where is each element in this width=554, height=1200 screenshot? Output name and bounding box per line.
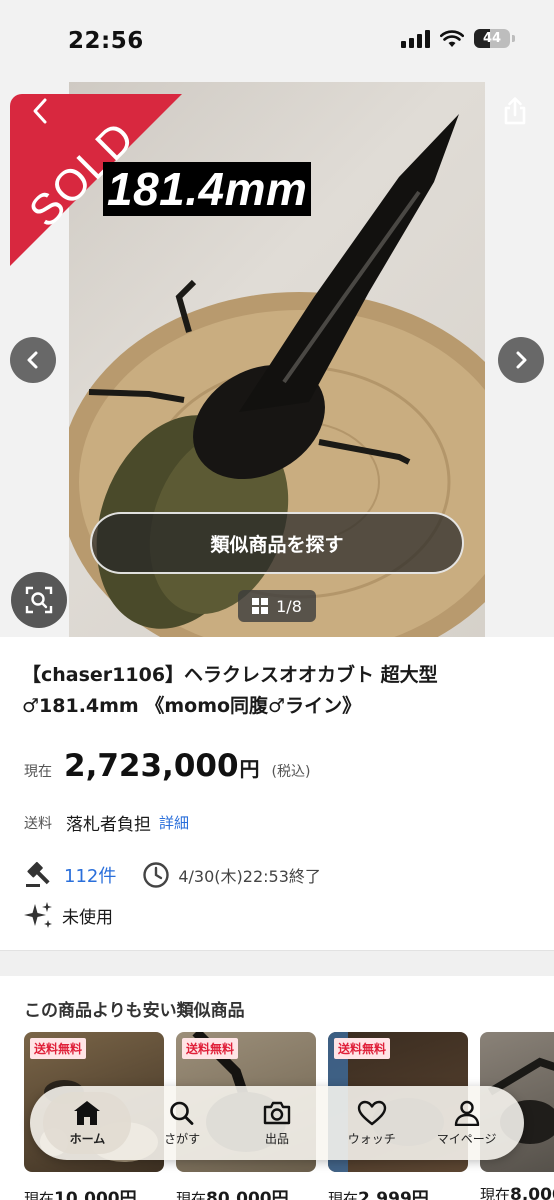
tab-mypage[interactable]: マイページ [423, 1092, 511, 1154]
shipping-value: 落札者負担 [66, 815, 151, 835]
signal-icon [401, 29, 430, 48]
sparkle-icon [24, 902, 52, 928]
price-prefix: 現在 [24, 1190, 55, 1200]
shipping-row: 送料 落札者負担 詳細 [24, 810, 189, 835]
image-search-icon [25, 586, 53, 614]
previous-image-button[interactable] [10, 337, 56, 383]
battery-percent: 44 [482, 31, 502, 46]
battery-icon: 44 [474, 29, 515, 48]
price-label: 現在 [24, 764, 52, 780]
free-shipping-badge: 送料無料 [334, 1038, 391, 1059]
price-amount: 80,000円 [206, 1189, 289, 1200]
size-overlay-label: 181.4mm [103, 162, 312, 216]
find-similar-button[interactable]: 類似商品を探す [90, 512, 464, 574]
price-value: 2,723,000 [64, 748, 239, 784]
free-shipping-badge: 送料無料 [30, 1038, 87, 1059]
price-prefix: 現在 [328, 1190, 359, 1200]
tab-search[interactable]: さがす [138, 1092, 226, 1154]
status-bar: 22:56 44 [0, 0, 554, 82]
similar-item-price: 現在10,000円 [24, 1184, 164, 1200]
similar-item-price: 現在8,000 [480, 1184, 554, 1200]
price-amount: 2,999円 [358, 1189, 429, 1200]
clock-icon [143, 862, 170, 888]
gavel-icon [26, 861, 50, 887]
similar-item-price: 現在2,999円 [328, 1184, 468, 1200]
similar-item-price: 現在80,000円 [176, 1184, 316, 1200]
tab-label: 出品 [264, 1131, 289, 1146]
tab-label: ホーム [69, 1131, 106, 1146]
search-icon [170, 1101, 194, 1125]
tab-sell[interactable]: 出品 [233, 1092, 321, 1154]
bid-count-link[interactable]: 112件 [64, 862, 116, 888]
wifi-icon [440, 29, 464, 47]
back-button[interactable] [26, 96, 56, 126]
image-counter[interactable]: 1/8 [238, 590, 316, 622]
home-icon [74, 1100, 101, 1125]
tab-label: さがす [164, 1131, 201, 1146]
image-counter-text: 1/8 [276, 596, 302, 616]
chevron-right-icon [516, 351, 527, 369]
grid-icon [252, 598, 269, 614]
price-amount: 10,000円 [54, 1189, 137, 1200]
back-chevron-icon [33, 98, 47, 124]
share-button[interactable] [500, 96, 530, 126]
tab-home[interactable]: ホーム [43, 1092, 132, 1154]
tax-note: (税込) [271, 764, 311, 780]
bottom-tab-bar: ホーム さがす 出品 ウォッチ マイページ [30, 1086, 524, 1160]
condition-row: 未使用 [24, 900, 113, 930]
tab-label: マイページ [436, 1131, 497, 1146]
free-shipping-badge: 送料無料 [182, 1038, 239, 1059]
section-divider [0, 950, 554, 976]
shipping-label: 送料 [24, 815, 52, 832]
image-search-button[interactable] [11, 572, 67, 628]
price-amount: 8,000 [510, 1185, 554, 1200]
price-prefix: 現在 [176, 1190, 207, 1200]
tab-watch[interactable]: ウォッチ [328, 1092, 416, 1154]
status-time: 22:56 [68, 28, 144, 54]
price-row: 現在 2,723,000 円 (税込) [24, 748, 310, 784]
next-image-button[interactable] [498, 337, 544, 383]
similar-heading: この商品よりも安い類似商品 [24, 1001, 245, 1021]
tab-label: ウォッチ [347, 1131, 396, 1146]
status-indicators: 44 [401, 29, 515, 48]
camera-icon [263, 1101, 291, 1124]
person-icon [454, 1100, 479, 1126]
share-icon [504, 97, 526, 125]
end-time: 4/30(木)22:53終了 [178, 867, 321, 886]
heart-icon [357, 1100, 386, 1125]
product-title: 【chaser1106】ヘラクレスオオカブト 超大型♂181.4mm 《momo… [22, 664, 438, 717]
image-viewer[interactable]: SOLD 181.4mm 類似商品を探す 1/8 [0, 82, 554, 637]
shipping-details-link[interactable]: 詳細 [159, 812, 189, 833]
chevron-left-icon [27, 351, 38, 369]
price-prefix: 現在 [480, 1186, 511, 1200]
condition-value: 未使用 [62, 907, 113, 928]
auction-meta-row: 112件 4/30(木)22:53終了 [24, 859, 321, 891]
price-unit: 円 [239, 757, 260, 781]
